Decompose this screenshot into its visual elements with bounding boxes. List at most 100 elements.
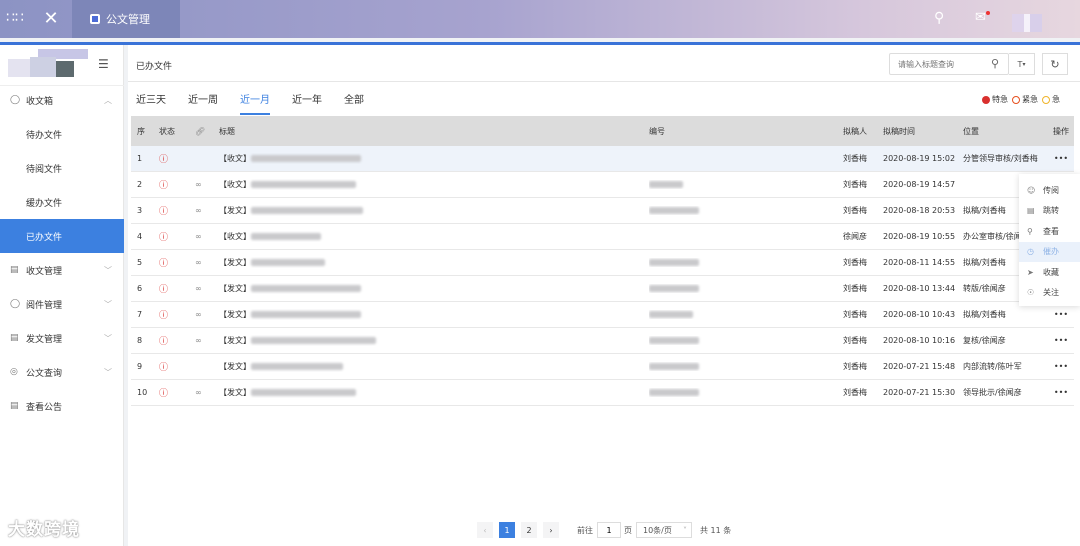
status-cell: ⓘ [159,282,195,295]
draft-time-cell: 2020-08-10 10:16 [883,336,956,345]
sidebar-item-notice[interactable]: ▤ 查看公告 [0,389,124,423]
table-row[interactable]: 3ⓘ∞【发文】刘香梅2020-08-18 20:53拟稿/刘香梅••• [131,198,1074,224]
redacted-title [251,207,363,214]
prev-page-button[interactable]: ‹ [477,522,493,538]
sidebar-item-deferred[interactable]: 缓办文件 [0,185,124,219]
sidebar-item-toread[interactable]: 待阅文件 [0,151,124,185]
number-cell [649,362,843,371]
link-cell: ∞ [195,284,215,293]
avatar[interactable] [1012,14,1042,32]
title-cell[interactable]: 【发文】 [215,283,649,294]
sidebar-item-todo[interactable]: 待办文件 [0,117,124,151]
menu-item-jump[interactable]: ▤ 跳转 [1019,201,1080,222]
menu-item-circulate[interactable]: ☺ 传阅 [1019,180,1080,201]
draft-time-cell: 2020-08-19 15:02 [883,154,956,163]
row-no: 1 [137,154,143,163]
title-prefix: 【收文】 [219,180,251,189]
link-icon: ∞ [195,336,202,345]
chevron-up-icon: ︿ [104,95,112,105]
menu-item-label: 跳转 [1043,206,1059,216]
sidebar-item-label: 收文箱 [26,96,54,107]
collapse-menu-icon[interactable]: ☰ [98,57,109,71]
drafter-cell: 刘香梅 [843,154,867,163]
goto-page-input[interactable] [597,522,621,538]
link-cell: ∞ [195,258,215,267]
sidebar-item-inbox[interactable]: ◯ 收文箱 ︿ [0,83,124,117]
urgent-icon: ⓘ [159,233,169,243]
title-cell[interactable]: 【发文】 [215,361,649,372]
status-cell: ⓘ [159,334,195,347]
more-options-icon[interactable]: ••• [1048,388,1074,397]
table-row[interactable]: 9 ⓘ 【发文】 刘香梅 2020-07-21 15:48 内部流转/陈叶军 ••• [131,354,1074,380]
redacted-title [251,259,325,266]
table-row[interactable]: 10 ⓘ ∞ 【发文】 刘香梅 2020-07-21 15:30 领导批示/徐闻彦 ••• [131,380,1074,406]
menu-item-label: 催办 [1043,247,1059,257]
message-icon[interactable]: ✉ [975,10,986,25]
page-button-2[interactable]: 2 [521,522,537,538]
logo-icon[interactable]: ✕ [40,8,62,30]
chevron-down-icon: ▾ [1022,60,1026,68]
col-status: 状态 [159,126,175,136]
text-size-button[interactable]: T ▾ [1009,53,1035,75]
follow-icon: ☉ [1027,288,1035,298]
more-options-icon[interactable]: ••• [1048,154,1074,163]
table-row[interactable]: 1 ⓘ 【收文】 刘香梅 2020-08-19 15:02 分管领导审核/刘香梅 ••• [131,146,1074,172]
menu-item-favorite[interactable]: ➤ 收藏 [1019,262,1080,283]
urgent-icon: ⓘ [159,155,169,165]
urgent-icon [1012,95,1020,104]
title-cell[interactable]: 【发文】 [215,335,649,346]
app-tab-document-management[interactable]: 公文管理 [72,0,180,38]
chevron-down-icon: ﹀ [104,367,112,377]
urgent-icon: ⓘ [159,285,169,295]
page-button-1[interactable]: 1 [499,522,515,538]
table-row[interactable]: 2ⓘ∞【收文】刘香梅2020-08-19 14:57••• [131,172,1074,198]
sidebar-item-query[interactable]: ◎ 公文查询 ﹀ [0,355,124,389]
status-cell: ⓘ [159,204,195,217]
tab-one-week[interactable]: 近一周 [188,91,218,115]
title-prefix: 【发文】 [219,206,251,215]
tab-all[interactable]: 全部 [344,91,364,115]
tab-one-month[interactable]: 近一月 [240,91,270,115]
tab-three-days[interactable]: 近三天 [136,91,166,115]
search-icon[interactable]: ⚲ [934,10,944,26]
menu-item-urge[interactable]: ◷ 催办 [1019,241,1080,262]
table-row[interactable]: 7 ⓘ ∞ 【发文】 刘香梅 2020-08-10 10:43 拟稿/刘香梅 ••• [131,302,1074,328]
sidebar-item-done[interactable]: 已办文件 [0,219,124,253]
more-options-icon[interactable]: ••• [1048,362,1074,371]
title-cell[interactable]: 【发文】 [215,205,649,216]
table-row[interactable]: 6ⓘ∞【发文】刘香梅2020-08-10 13:44转版/徐闻彦••• [131,276,1074,302]
row-no: 4 [137,232,143,241]
menu-item-view[interactable]: ⚲ 查看 [1019,221,1080,242]
page-size-select[interactable]: 10条/页 ˅ [636,522,692,538]
title-cell[interactable]: 【收文】 [215,179,649,190]
next-page-button[interactable]: › [543,522,559,538]
title-cell[interactable]: 【收文】 [215,231,649,242]
link-icon: ∞ [195,180,202,189]
table-row[interactable]: 8 ⓘ ∞ 【发文】 刘香梅 2020-08-10 10:16 复核/徐闻彦 ••• [131,328,1074,354]
table-row[interactable]: 4ⓘ∞【收文】徐闻彦2020-08-19 10:55办公室审核/徐闻••• [131,224,1074,250]
position-cell: 复核/徐闻彦 [963,336,1006,345]
redacted-number [649,363,699,370]
link-icon: 🔗︎ [195,126,206,136]
draft-time-cell: 2020-08-11 14:55 [883,258,956,267]
menu-item-follow[interactable]: ☉ 关注 [1019,283,1080,304]
sidebar-item-read-mgmt[interactable]: ◯ 阅件管理 ﹀ [0,287,124,321]
col-title: 标题 [219,126,235,136]
more-options-icon[interactable]: ••• [1048,310,1074,319]
sidebar-item-send-mgmt[interactable]: ▤ 发文管理 ﹀ [0,321,124,355]
grid-icon[interactable]: ∷∷ [6,11,24,25]
title-cell[interactable]: 【发文】 [215,309,649,320]
refresh-button[interactable]: ↻ [1042,53,1068,75]
title-cell[interactable]: 【发文】 [215,257,649,268]
link-icon: ∞ [195,284,202,293]
sidebar-item-received-mgmt[interactable]: ▤ 收文管理 ﹀ [0,253,124,287]
link-cell: ∞ [195,336,215,345]
more-options-icon[interactable]: ••• [1048,336,1074,345]
title-cell[interactable]: 【发文】 [215,387,649,398]
title-cell[interactable]: 【收文】 [215,153,649,164]
title-prefix: 【发文】 [219,310,251,319]
table-row[interactable]: 5ⓘ∞【发文】刘香梅2020-08-11 14:55拟稿/刘香梅••• [131,250,1074,276]
tab-one-year[interactable]: 近一年 [292,91,322,115]
search-icon[interactable]: ⚲ [991,57,999,70]
draft-time-cell: 2020-07-21 15:30 [883,388,956,397]
